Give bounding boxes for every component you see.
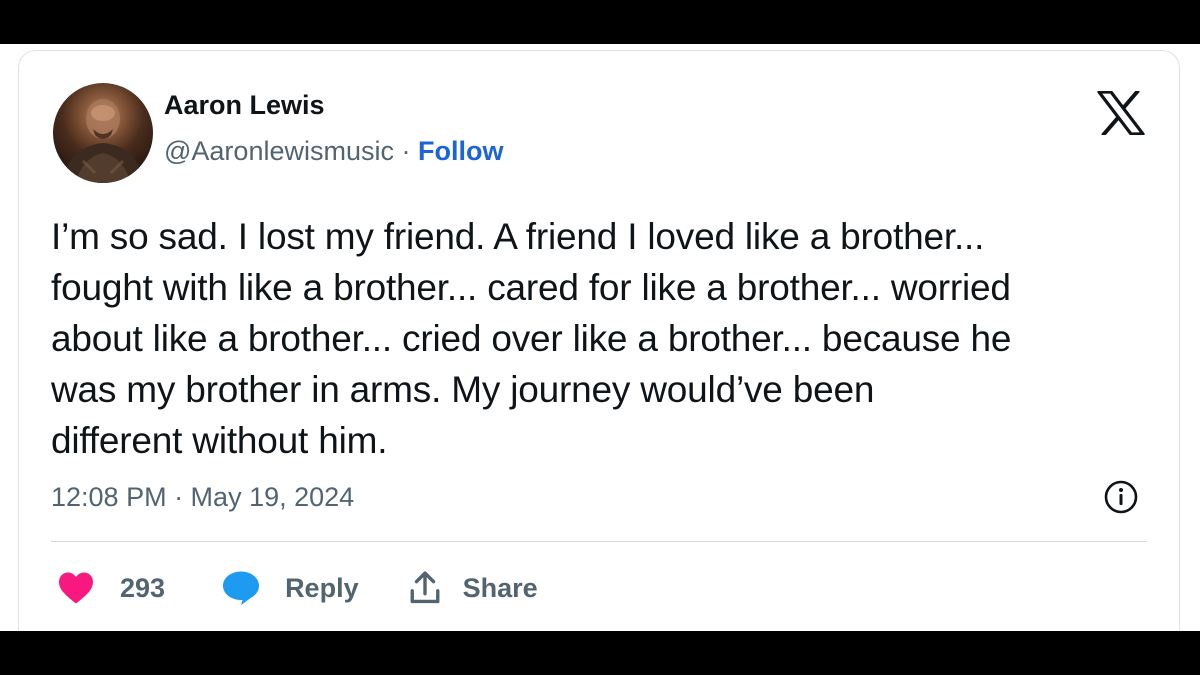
tweet-text-line: about like a brother... cried over like … <box>51 318 1012 359</box>
tweet-timestamp[interactable]: 12:08 PM · May 19, 2024 <box>51 481 354 513</box>
tweet-text-line: was my brother in arms. My journey would… <box>51 369 875 410</box>
divider <box>51 541 1147 542</box>
tweet-embed-area: Aaron Lewis @Aaronlewismusic · Follow I’… <box>0 44 1200 631</box>
tweet-card: Aaron Lewis @Aaronlewismusic · Follow I’… <box>18 50 1180 631</box>
tweet-text: I’m so sad. I lost my friend. A friend I… <box>51 211 1161 466</box>
share-label: Share <box>462 572 538 603</box>
follow-button[interactable]: Follow <box>418 136 503 166</box>
reply-button[interactable]: Reply <box>221 570 359 606</box>
avatar[interactable] <box>53 83 153 183</box>
heart-icon <box>59 572 93 604</box>
speech-bubble-icon <box>223 571 260 606</box>
share-button[interactable]: Share <box>409 571 538 605</box>
action-bar: 293 Reply Share <box>57 566 538 610</box>
like-count: 293 <box>120 572 166 603</box>
like-button[interactable]: 293 <box>57 571 165 605</box>
handle-row: @Aaronlewismusic · Follow <box>164 135 503 167</box>
tweet-text-line: fought with like a brother... cared for … <box>51 267 1011 308</box>
handle-separator: · <box>393 136 418 166</box>
info-icon[interactable] <box>1103 479 1139 515</box>
avatar-photo <box>63 99 143 183</box>
author-handle[interactable]: @Aaronlewismusic <box>164 136 394 166</box>
author-info: Aaron Lewis @Aaronlewismusic · Follow <box>164 89 503 167</box>
author-display-name[interactable]: Aaron Lewis <box>164 89 503 121</box>
share-arrow-icon <box>410 571 440 604</box>
x-logo-icon[interactable] <box>1097 89 1145 137</box>
tweet-text-line: I’m so sad. I lost my friend. A friend I… <box>51 216 985 257</box>
screenshot: Aaron Lewis @Aaronlewismusic · Follow I’… <box>0 0 1200 675</box>
reply-label: Reply <box>285 572 359 603</box>
tweet-text-line: different without him. <box>51 420 388 461</box>
